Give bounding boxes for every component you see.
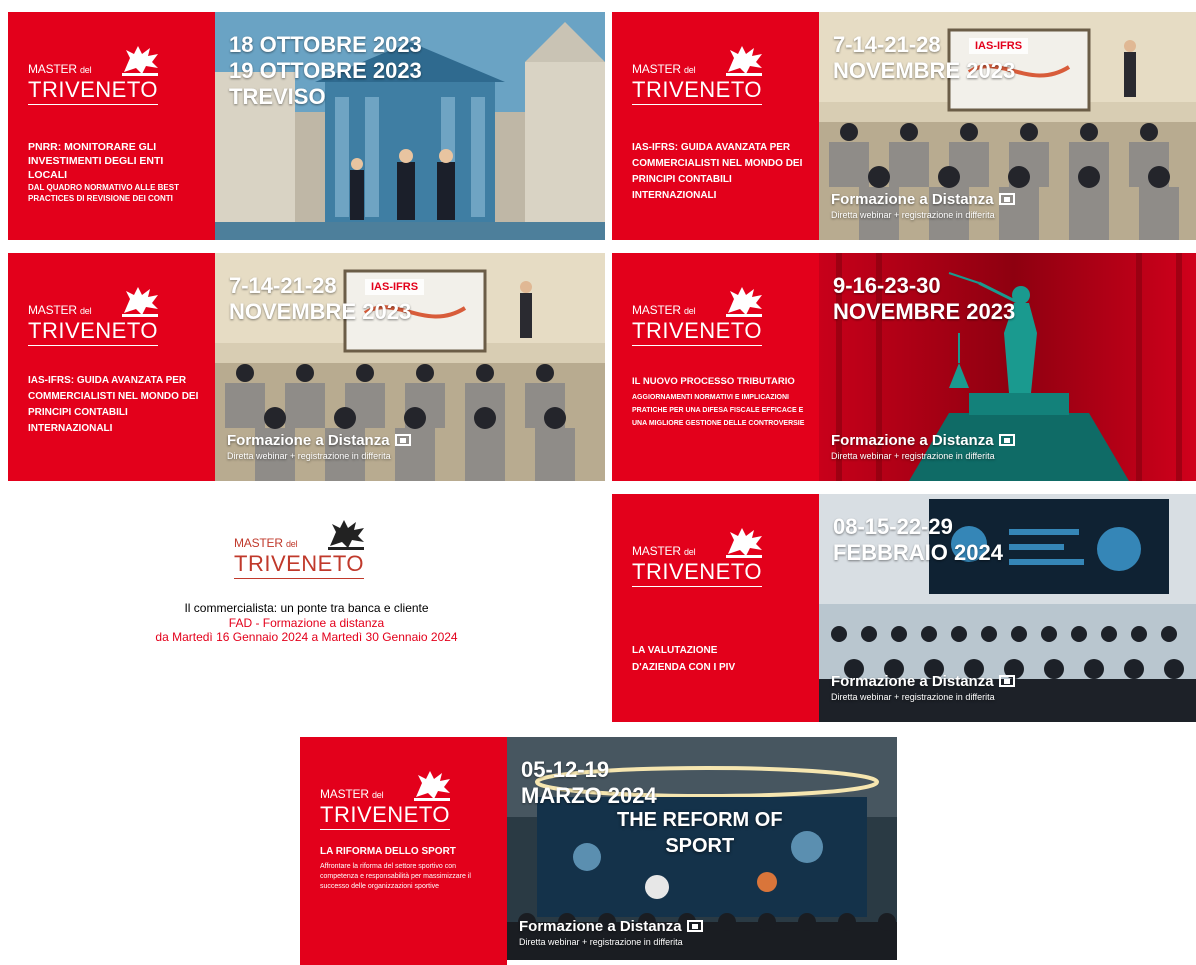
fad-title: Formazione a Distanza [519, 918, 682, 935]
course-mode: FAD - Formazione a distanza [228, 616, 385, 630]
winged-lion-icon [726, 287, 762, 317]
triveneto-logo: MASTER del TRIVENETO [28, 283, 188, 353]
banner-title: LA RIFORMA DELLO SPORT [320, 846, 456, 857]
banner-image: 05-12-19 MARZO 2024 THE REFORM OF SPORT … [507, 737, 897, 965]
logo-triveneto-text: TRIVENETO [632, 318, 763, 346]
banner-subtitle: AGGIORNAMENTI NORMATIVI E IMPLICAZIONI P… [632, 394, 805, 427]
banner-subtitle: Affrontare la riforma del settore sporti… [320, 863, 471, 890]
winged-lion-icon [414, 771, 450, 801]
banner-date: 08-15-22-29 FEBBRAIO 2024 [833, 514, 1003, 565]
fad-caption: Formazione a Distanza Diretta webinar + … [831, 191, 1015, 220]
triveneto-logo: MASTER del TRIVENETO [632, 283, 792, 353]
fad-title: Formazione a Distanza [831, 432, 994, 449]
fad-caption: Formazione a Distanza Diretta webinar + … [831, 432, 1015, 461]
banner-image: IAS-IFRS 7-14-21-28 NOVEMBRE 2023 Formaz… [819, 12, 1196, 240]
winged-lion-icon [122, 287, 158, 317]
banner-red-panel: MASTER del TRIVENETO IAS-IFRS: GUIDA AVA… [612, 12, 819, 240]
course-title: Il commercialista: un ponte tra banca e … [184, 601, 429, 615]
fad-subtitle: Diretta webinar + registrazione in diffe… [831, 210, 995, 220]
banner-date: 05-12-19 MARZO 2024 [521, 757, 657, 808]
logo-triveneto-text: TRIVENETO [632, 559, 763, 587]
logo-del-text: del [683, 306, 696, 316]
logo-master-text: MASTER [28, 62, 77, 76]
winged-lion-icon [328, 520, 364, 550]
fad-title: Formazione a Distanza [831, 673, 994, 690]
course-banner-ias-ifrs-2[interactable]: MASTER del TRIVENETO IAS-IFRS: GUIDA AVA… [8, 253, 605, 481]
course-placeholder-commercialista[interactable]: MASTER del TRIVENETO Il commercialista: … [8, 494, 605, 722]
logo-del-text: del [79, 65, 92, 75]
banner-red-panel: MASTER del TRIVENETO LA VALUTAZIONE D'AZ… [612, 494, 819, 722]
logo-del-text: del [79, 306, 92, 316]
triveneto-logo: MASTER del TRIVENETO [28, 42, 188, 112]
banner-title: IAS-IFRS: GUIDA AVANZATA PER COMMERCIALI… [632, 142, 803, 201]
laptop-icon [998, 193, 1015, 205]
logo-master-text: MASTER [632, 303, 681, 317]
laptop-icon [998, 675, 1015, 687]
logo-triveneto-text: TRIVENETO [28, 318, 159, 346]
laptop-icon [394, 434, 411, 446]
banner-date: 18 OTTOBRE 2023 19 OTTOBRE 2023 TREVISO [229, 32, 422, 109]
fad-caption: Formazione a Distanza Diretta webinar + … [519, 918, 703, 947]
triveneto-logo: MASTER del TRIVENETO [320, 767, 480, 837]
logo-triveneto-text: TRIVENETO [320, 802, 451, 830]
banner-red-panel: MASTER del TRIVENETO LA RIFORMA DELLO SP… [300, 737, 507, 965]
banner-date: 7-14-21-28 NOVEMBRE 2023 [833, 32, 1016, 83]
banner-subtitle: DAL QUADRO NORMATIVO ALLE BEST PRACTICES… [28, 183, 179, 203]
fad-subtitle: Diretta webinar + registrazione in diffe… [831, 451, 995, 461]
banner-date: 7-14-21-28 NOVEMBRE 2023 [229, 273, 412, 324]
fad-subtitle: Diretta webinar + registrazione in diffe… [227, 451, 391, 461]
banner-image: 18 OTTOBRE 2023 19 OTTOBRE 2023 TREVISO [215, 12, 605, 240]
banner-title: PNRR: MONITORARE GLI INVESTIMENTI DEGLI … [28, 141, 164, 181]
banner-red-panel: MASTER del TRIVENETO IAS-IFRS: GUIDA AVA… [8, 253, 215, 481]
logo-triveneto-text: TRIVENETO [632, 77, 763, 105]
logo-master-text: MASTER [632, 544, 681, 558]
logo-master-text: MASTER [320, 787, 369, 801]
banner-image: 08-15-22-29 FEBBRAIO 2024 Formazione a D… [819, 494, 1196, 722]
course-banner-valutazione-azienda[interactable]: MASTER del TRIVENETO LA VALUTAZIONE D'AZ… [612, 494, 1196, 722]
course-banner-processo-tributario[interactable]: MASTER del TRIVENETO IL NUOVO PROCESSO T… [612, 253, 1196, 481]
logo-del-text: del [683, 547, 696, 557]
banner-date: 9-16-23-30 NOVEMBRE 2023 [833, 273, 1016, 324]
banner-title: LA VALUTAZIONE D'AZIENDA CON I PIV [632, 645, 736, 673]
fad-title: Formazione a Distanza [831, 191, 994, 208]
reform-of-sport-headline: THE REFORM OF SPORT [617, 809, 783, 857]
fad-caption: Formazione a Distanza Diretta webinar + … [227, 432, 411, 461]
fad-title: Formazione a Distanza [227, 432, 390, 449]
winged-lion-icon [726, 528, 762, 558]
course-dates: da Martedì 16 Gennaio 2024 a Martedì 30 … [155, 630, 458, 644]
course-banner-riforma-sport[interactable]: MASTER del TRIVENETO LA RIFORMA DELLO SP… [300, 737, 897, 965]
logo-master-text: MASTER [234, 536, 283, 550]
logo-triveneto-text: TRIVENETO [234, 551, 365, 579]
triveneto-logo: MASTER del TRIVENETO [234, 516, 394, 586]
banner-title: IAS-IFRS: GUIDA AVANZATA PER COMMERCIALI… [28, 375, 199, 434]
triveneto-logo: MASTER del TRIVENETO [632, 42, 792, 112]
logo-del-text: del [285, 539, 298, 549]
fad-subtitle: Diretta webinar + registrazione in diffe… [519, 937, 683, 947]
winged-lion-icon [122, 46, 158, 76]
logo-triveneto-text: TRIVENETO [28, 77, 159, 105]
banner-title: IL NUOVO PROCESSO TRIBUTARIO [632, 376, 795, 387]
laptop-icon [686, 920, 703, 932]
fad-caption: Formazione a Distanza Diretta webinar + … [831, 673, 1015, 702]
logo-del-text: del [371, 790, 384, 800]
winged-lion-icon [726, 46, 762, 76]
logo-master-text: MASTER [28, 303, 77, 317]
banner-image: 9-16-23-30 NOVEMBRE 2023 Formazione a Di… [819, 253, 1196, 481]
logo-del-text: del [683, 65, 696, 75]
fad-subtitle: Diretta webinar + registrazione in diffe… [831, 692, 995, 702]
triveneto-logo: MASTER del TRIVENETO [632, 524, 792, 594]
laptop-icon [998, 434, 1015, 446]
banner-red-panel: MASTER del TRIVENETO IL NUOVO PROCESSO T… [612, 253, 819, 481]
course-banner-ias-ifrs[interactable]: MASTER del TRIVENETO IAS-IFRS: GUIDA AVA… [612, 12, 1196, 240]
course-banner-pnrr[interactable]: MASTER del TRIVENETO PNRR: MONITORARE GL… [8, 12, 605, 240]
logo-master-text: MASTER [632, 62, 681, 76]
banner-red-panel: MASTER del TRIVENETO PNRR: MONITORARE GL… [8, 12, 215, 240]
banner-image: IAS-IFRS 7-14-21-28 NOVEMBRE 2023 Formaz… [215, 253, 605, 481]
